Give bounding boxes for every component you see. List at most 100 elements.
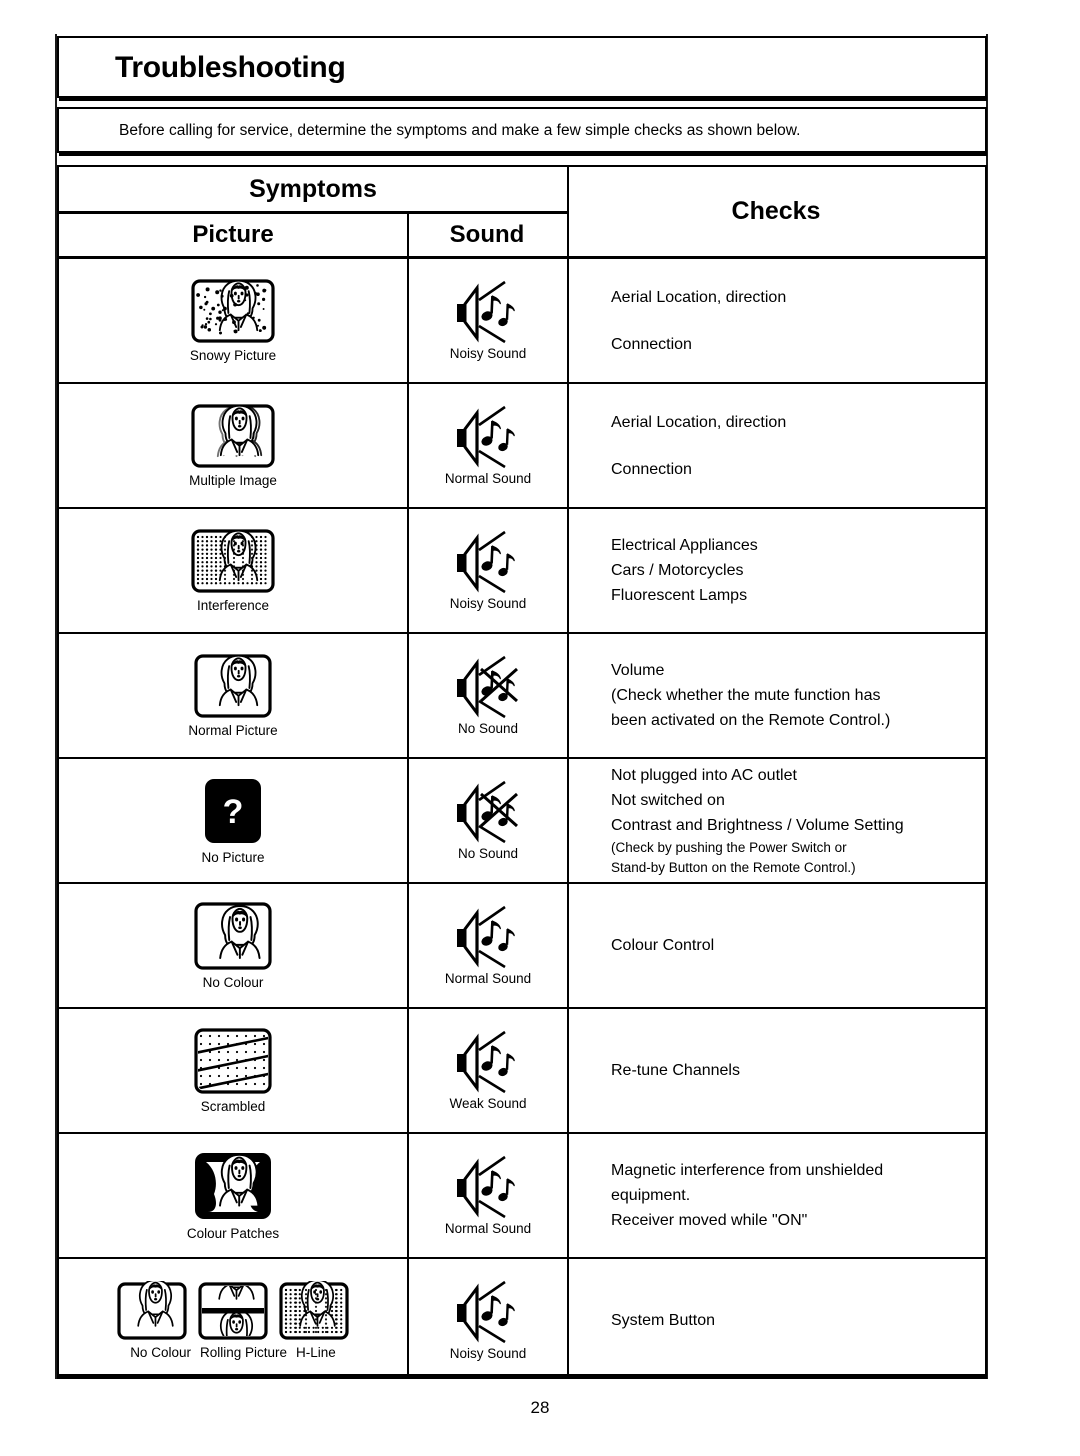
picture-caption: Snowy Picture bbox=[189, 347, 277, 363]
intro-text: Before calling for service, determine th… bbox=[119, 122, 801, 139]
picture-caption: No Colour bbox=[202, 974, 264, 990]
title-box: Troubleshooting bbox=[57, 36, 987, 101]
picture-cell: Colour Patches bbox=[59, 1134, 407, 1257]
sound-caption: No Sound bbox=[457, 846, 519, 861]
sound-caption: Noisy Sound bbox=[449, 346, 527, 361]
table-row: No Colour Normal Sound Colour Control bbox=[59, 884, 985, 1009]
picture-cell: ? No Picture bbox=[59, 759, 407, 882]
tv-triple-icon bbox=[116, 1281, 350, 1341]
header-symptoms: Symptoms bbox=[59, 167, 567, 211]
picture-cell: Normal Picture bbox=[59, 634, 407, 757]
check-line: Magnetic interference from unshielded bbox=[611, 1162, 884, 1179]
sound-caption: Normal Sound bbox=[444, 1221, 532, 1236]
table-row: Interference Noisy Sound Electrical Applia… bbox=[59, 509, 985, 634]
header-picture-label: Picture bbox=[192, 221, 274, 248]
check-line: equipment. bbox=[611, 1187, 691, 1204]
check-line: System Button bbox=[611, 1312, 716, 1329]
table-row: Normal Picture No Sound Volume (Check wheth… bbox=[59, 634, 985, 759]
tv-snowy-icon bbox=[190, 278, 276, 344]
header-picture: Picture bbox=[59, 214, 407, 256]
tv-scrambled-icon bbox=[193, 1027, 273, 1095]
sound-caption: Noisy Sound bbox=[449, 596, 527, 611]
table-body: Snowy Picture Noisy Sound Aerial Location,… bbox=[59, 259, 985, 1382]
manual-page: Troubleshooting Before calling for servi… bbox=[0, 0, 1080, 1456]
picture-caption: Normal Picture bbox=[188, 722, 278, 738]
check-line: Electrical Appliances bbox=[611, 537, 758, 554]
check-line: Aerial Location, direction bbox=[611, 288, 787, 306]
picture-cell: Interference bbox=[59, 509, 407, 632]
checks-cell: Colour Control bbox=[569, 884, 985, 1007]
checks-cell: Not plugged into AC outlet Not switched o… bbox=[569, 759, 985, 882]
sound-cell: No Sound bbox=[409, 759, 567, 882]
sound-cell: No Sound bbox=[409, 634, 567, 757]
table-row: Snowy Picture Noisy Sound Aerial Location,… bbox=[59, 259, 985, 384]
speaker-muted-icon bbox=[451, 780, 525, 844]
check-line: been activated on the Remote Control.) bbox=[611, 712, 891, 729]
header-symptoms-label: Symptoms bbox=[249, 174, 377, 203]
check-line: Not switched on bbox=[611, 792, 725, 809]
picture-caption: Interference bbox=[196, 597, 270, 613]
check-line: Re-tune Channels bbox=[611, 1062, 740, 1079]
picture-caption: No Picture bbox=[201, 849, 265, 865]
speaker-normal-icon bbox=[451, 405, 525, 469]
tv-small-no-colour-icon bbox=[116, 1281, 188, 1341]
sound-caption: Weak Sound bbox=[449, 1096, 527, 1111]
intro-box: Before calling for service, determine th… bbox=[57, 107, 987, 156]
speaker-noisy-icon bbox=[451, 1280, 525, 1344]
picture-caption: H-Line bbox=[296, 1345, 336, 1360]
check-line-note: (Check by pushing the Power Switch or bbox=[611, 840, 847, 855]
check-line: Not plugged into AC outlet bbox=[611, 767, 797, 784]
tv-no-colour-icon bbox=[193, 901, 273, 971]
check-line: Aerial Location, direction bbox=[611, 413, 787, 431]
picture-cell: No Colour bbox=[59, 884, 407, 1007]
table-row: ? No Picture No Sound Not plugged into AC … bbox=[59, 759, 985, 884]
sound-cell: Noisy Sound bbox=[409, 1259, 567, 1382]
svg-text:?: ? bbox=[223, 793, 244, 831]
sound-cell: Weak Sound bbox=[409, 1009, 567, 1132]
table-row: No Colour Rolling Picture H-Line Noisy Soun… bbox=[59, 1259, 985, 1382]
check-line: Contrast and Brightness / Volume Setting bbox=[611, 817, 904, 834]
page-title: Troubleshooting bbox=[115, 51, 346, 84]
sound-cell: Noisy Sound bbox=[409, 509, 567, 632]
checks-cell: Re-tune Channels bbox=[569, 1009, 985, 1132]
picture-caption: Multiple Image bbox=[189, 472, 277, 488]
check-line-note: Stand-by Button on the Remote Control.) bbox=[611, 860, 856, 875]
check-line: (Check whether the mute function has bbox=[611, 687, 881, 704]
check-line: Fluorescent Lamps bbox=[611, 587, 748, 604]
picture-caption-group: No Colour Rolling Picture H-Line bbox=[130, 1345, 336, 1360]
troubleshooting-table: Symptoms Picture Sound Checks Snowy Pict… bbox=[57, 165, 987, 1379]
picture-cell: Scrambled bbox=[59, 1009, 407, 1132]
picture-cell: Snowy Picture bbox=[59, 259, 407, 382]
page-number: 28 bbox=[530, 1398, 550, 1417]
checks-cell: Aerial Location, direction Connection bbox=[569, 384, 985, 507]
check-line: Colour Control bbox=[611, 937, 715, 954]
sound-cell: Normal Sound bbox=[409, 1134, 567, 1257]
sound-caption: Normal Sound bbox=[444, 971, 532, 986]
tv-normal-icon bbox=[193, 653, 273, 719]
checks-cell: Aerial Location, direction Connection bbox=[569, 259, 985, 382]
checks-cell: Volume (Check whether the mute function h… bbox=[569, 634, 985, 757]
header-sound: Sound bbox=[407, 214, 567, 256]
check-line: Cars / Motorcycles bbox=[611, 562, 744, 579]
sound-cell: Normal Sound bbox=[409, 884, 567, 1007]
tv-small-hline-icon bbox=[278, 1281, 350, 1341]
table-row: Colour Patches Normal Sound Magnetic inter… bbox=[59, 1134, 985, 1259]
speaker-muted-icon bbox=[451, 655, 525, 719]
table-row: Scrambled Weak Sound Re-tune Channels bbox=[59, 1009, 985, 1134]
sound-cell: Noisy Sound bbox=[409, 259, 567, 382]
header-checks: Checks bbox=[567, 167, 985, 256]
checks-cell: System Button bbox=[569, 1259, 985, 1382]
sound-cell: Normal Sound bbox=[409, 384, 567, 507]
header-checks-label: Checks bbox=[731, 197, 821, 225]
tv-small-rolling-icon bbox=[197, 1281, 269, 1341]
speaker-noisy-icon bbox=[451, 530, 525, 594]
checks-cell: Electrical Appliances Cars / Motorcycles F… bbox=[569, 509, 985, 632]
speaker-normal-icon bbox=[451, 1155, 525, 1219]
sound-caption: No Sound bbox=[457, 721, 519, 736]
tv-interference-icon bbox=[190, 528, 276, 594]
check-line: Connection bbox=[611, 335, 692, 353]
checks-cell: Magnetic interference from unshielded equ… bbox=[569, 1134, 985, 1257]
picture-caption: No Colour bbox=[130, 1345, 191, 1360]
tv-colour-patches-icon bbox=[192, 1150, 274, 1222]
check-line: Connection bbox=[611, 460, 692, 478]
